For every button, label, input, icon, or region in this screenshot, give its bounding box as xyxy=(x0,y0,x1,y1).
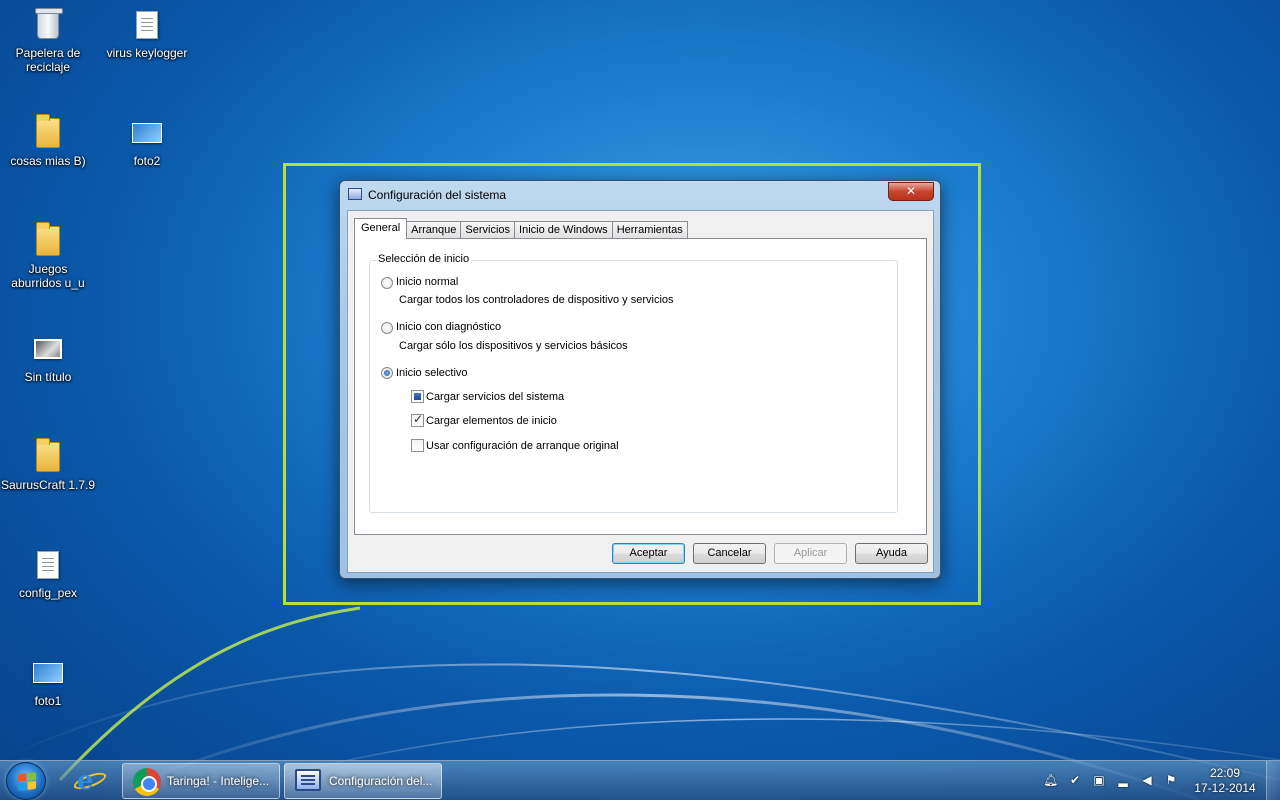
recycle-bin-icon xyxy=(35,8,63,39)
desktop-icon-label: cosas mias B) xyxy=(10,154,86,168)
startup-selection-group: Selección de inicio Inicio normal Cargar… xyxy=(369,253,898,513)
desktop-icon-recycle-bin[interactable]: Papelera de reciclaje xyxy=(0,8,96,74)
close-button[interactable]: ✕ xyxy=(888,182,934,201)
radio-diagnostic-startup[interactable] xyxy=(381,322,393,334)
desktop-icon-foto2[interactable]: foto2 xyxy=(99,116,195,168)
network-adapter-icon[interactable]: ▣ xyxy=(1092,773,1106,787)
internet-explorer-pinned[interactable]: e xyxy=(71,765,109,797)
tab-strip: General Arranque Servicios Inicio de Win… xyxy=(354,218,688,239)
tab-arranque[interactable]: Arranque xyxy=(406,221,462,239)
dialog-client-area: General Arranque Servicios Inicio de Win… xyxy=(347,210,934,573)
tab-inicio-de-windows[interactable]: Inicio de Windows xyxy=(514,221,613,239)
chrome-icon xyxy=(133,768,161,796)
desktop-icon-label: foto2 xyxy=(133,154,161,168)
system-config-icon xyxy=(348,188,362,200)
desktop-icon-juegos-aburridos[interactable]: Juegos aburridos u_u xyxy=(0,222,96,290)
group-label: Selección de inicio xyxy=(376,253,472,265)
tab-general[interactable]: General xyxy=(354,218,408,239)
checkbox-load-system-services[interactable] xyxy=(411,390,424,403)
show-desktop-button[interactable] xyxy=(1266,761,1280,800)
image-file-icon xyxy=(33,663,63,683)
text-file-icon xyxy=(136,11,158,39)
system-clock[interactable]: 22:09 17-12-2014 xyxy=(1190,766,1260,796)
folder-icon xyxy=(36,114,60,148)
folder-icon xyxy=(36,438,60,472)
load-startup-items-label[interactable]: Cargar elementos de inicio xyxy=(426,415,557,427)
desktop-icon-label: virus keylogger xyxy=(106,46,188,60)
apply-button[interactable]: Aplicar xyxy=(774,543,847,564)
taskbar: e Taringa! - Intelige... Configuración d… xyxy=(0,760,1280,800)
desktop-icon-sauruscraft[interactable]: SaurusCraft 1.7.9 xyxy=(0,438,96,492)
system-configuration-dialog: Configuración del sistema ✕ General Arra… xyxy=(339,180,941,579)
notification-bell-icon[interactable]: 🔔︎ xyxy=(1043,773,1058,787)
normal-startup-description: Cargar todos los controladores de dispos… xyxy=(399,294,674,306)
flag-icon[interactable]: ⚑ xyxy=(1164,773,1178,787)
radio-selective-startup[interactable] xyxy=(381,367,393,379)
original-boot-config-label[interactable]: Usar configuración de arranque original xyxy=(426,440,619,452)
action-center-icon[interactable]: ✔ xyxy=(1068,773,1082,787)
taskbar-item-system-config[interactable]: Configuración del... xyxy=(284,763,442,799)
tab-herramientas[interactable]: Herramientas xyxy=(611,221,688,239)
normal-startup-label[interactable]: Inicio normal xyxy=(396,276,458,288)
volume-icon[interactable]: ◀ xyxy=(1140,773,1154,787)
radio-normal-startup[interactable] xyxy=(381,277,393,289)
text-file-icon xyxy=(37,551,59,579)
image-file-icon xyxy=(132,123,162,143)
folder-icon xyxy=(36,222,60,256)
tab-panel-general: Selección de inicio Inicio normal Cargar… xyxy=(354,238,927,535)
desktop-icon-label: Juegos aburridos u_u xyxy=(11,262,85,290)
desktop-icon-label: SaurusCraft 1.7.9 xyxy=(0,478,96,492)
image-file-icon xyxy=(34,339,62,359)
windows-logo-icon xyxy=(18,772,36,791)
taskbar-item-label: Taringa! - Intelige... xyxy=(167,774,270,788)
diagnostic-startup-label[interactable]: Inicio con diagnóstico xyxy=(396,321,501,333)
start-button[interactable] xyxy=(6,762,46,800)
internet-explorer-icon: e xyxy=(77,766,94,796)
taskbar-item-label: Configuración del... xyxy=(329,774,433,788)
desktop-icon-cosas-mias[interactable]: cosas mias B) xyxy=(0,114,96,168)
dialog-title: Configuración del sistema xyxy=(368,188,507,202)
desktop-icon-config-pex[interactable]: config_pex xyxy=(0,548,96,600)
diagnostic-startup-description: Cargar sólo los dispositivos y servicios… xyxy=(399,340,628,352)
desktop-icon-label: config_pex xyxy=(18,586,78,600)
tab-servicios[interactable]: Servicios xyxy=(460,221,516,239)
desktop-icon-virus-keylogger[interactable]: virus keylogger xyxy=(99,8,195,60)
desktop-icon-label: foto1 xyxy=(34,694,62,708)
help-button[interactable]: Ayuda xyxy=(855,543,928,564)
selective-startup-label[interactable]: Inicio selectivo xyxy=(396,367,468,379)
desktop-icon-sin-titulo[interactable]: Sin título xyxy=(0,332,96,384)
cancel-button[interactable]: Cancelar xyxy=(693,543,766,564)
checkbox-original-boot-config[interactable] xyxy=(411,439,424,452)
clock-date: 17-12-2014 xyxy=(1194,781,1256,795)
ok-button[interactable]: Aceptar xyxy=(612,543,685,564)
desktop-icon-foto1[interactable]: foto1 xyxy=(0,656,96,708)
dialog-titlebar[interactable]: Configuración del sistema ✕ xyxy=(340,181,940,209)
system-config-icon xyxy=(295,769,321,791)
clock-time: 22:09 xyxy=(1209,766,1241,780)
signal-icon[interactable]: ▂ xyxy=(1116,773,1130,787)
load-system-services-label[interactable]: Cargar servicios del sistema xyxy=(426,391,564,403)
desktop-icon-label: Papelera de reciclaje xyxy=(15,46,81,74)
desktop-icon-label: Sin título xyxy=(24,370,72,384)
taskbar-item-chrome[interactable]: Taringa! - Intelige... xyxy=(122,763,280,799)
checkbox-load-startup-items[interactable] xyxy=(411,412,424,427)
